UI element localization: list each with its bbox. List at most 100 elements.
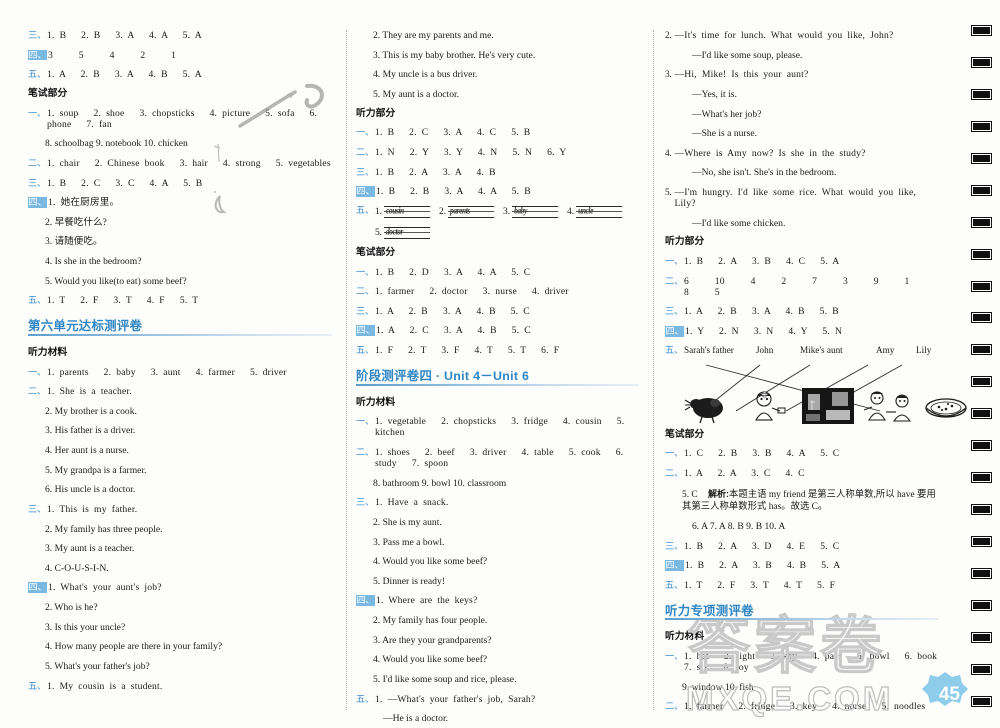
matching-label: John [755, 344, 774, 355]
section-number: 五、 [28, 69, 46, 80]
listening-material-heading: 听力材料 [356, 396, 396, 408]
answer-text: 1. My cousin is a student. [46, 680, 163, 692]
section-number: 一、 [28, 107, 46, 118]
column-left: 三、 1. B 2. B 3. A 4. A 5. A 四、 3 5 4 2 1… [28, 30, 346, 710]
section-number: 一、 [665, 651, 683, 662]
section-number: 五、 [28, 680, 46, 691]
section-number: 五、 [665, 344, 683, 355]
answer-text: 1. A 2. C 3. A 4. B 5. C [375, 325, 531, 337]
section-number: 四、 [28, 49, 47, 61]
answer-row: 四、 3 5 4 2 1 [28, 49, 332, 61]
answer-continued: 2. Who is he? [45, 602, 98, 614]
binding-hole-icon [971, 89, 991, 99]
column-right: 2. —It's time for lunch. What would you l… [653, 30, 967, 712]
answer-continued: 2. They are my parents and me. [373, 30, 494, 41]
answer-row: 四、 1. Y 2. N 3. N 4. Y 5. N [665, 325, 939, 337]
answer-text: 1. B 2. B 3. A 4. A 5. A [46, 30, 202, 41]
listening-material-list: 一、 1. hat 2. light 3. key 4. pass 5. bowl… [665, 651, 939, 712]
answer-continued: 4. Would you like some beef? [373, 654, 488, 666]
dialogue-line: —What's her job? [692, 108, 762, 120]
written-part-heading: 笔试部分 [356, 246, 396, 258]
answer-row: 五、 1. T 2. F 3. T 4. F 5. T [28, 295, 332, 306]
listening-material-list: 一、 1. vegetable 2. chopsticks 3. fridge 4… [356, 416, 639, 724]
section-number: 三、 [665, 540, 683, 551]
three-column-layout: 三、 1. B 2. B 3. A 4. A 5. A 四、 3 5 4 2 1… [28, 30, 967, 724]
section-number: 三、 [356, 497, 374, 508]
answer-row: 四、 1. 她在厨房里。 [28, 197, 332, 208]
answer-text: 1. B 2. C 3. C 4. A 5. B [46, 177, 203, 189]
section-number: 五、 [356, 345, 374, 356]
answer-text: 1. chair 2. Chinese book 3. hair 4. stro… [46, 157, 331, 169]
soup-bowl-icon [924, 390, 968, 424]
answer-row: 一、 1. soup 2. shoe 3. chopsticks 4. pict… [28, 108, 332, 130]
section-number: 三、 [665, 306, 683, 317]
unit-title-block: 听力专项测评卷 [665, 603, 939, 621]
answer-continued: 8. bathroom 9. bowl 10. classroom [373, 477, 507, 489]
answer-continued: 3. Pass me a bowl. [373, 536, 445, 548]
section-number: 四、 [356, 595, 375, 606]
matching-labels: Sarah's father John Mike's aunt Amy Lily [684, 344, 966, 358]
binding-hole-icon [971, 377, 991, 387]
answer-text: 1. N 2. Y 3. Y 4. N 5. N 6. Y [374, 146, 567, 158]
binding-hole-icon [971, 441, 991, 451]
answer-continued: 3. Are they your grandparents? [373, 634, 492, 646]
answer-row: 二、 1. N 2. Y 3. Y 4. N 5. N 6. Y [356, 147, 639, 158]
binding-hole-icon [971, 185, 991, 195]
answer-continued: 5. What's your father's job? [45, 660, 150, 672]
unit-title-block: 第六单元达标测评卷 [28, 319, 332, 337]
section-number: 二、 [28, 386, 46, 397]
section-number: 五、 [356, 693, 374, 704]
unit-title-text: 听力专项测评卷 [665, 603, 760, 618]
answer-continued: 2. 早餐吃什么? [45, 216, 107, 228]
answer-row: 一、 1. C 2. B 3. B 4. A 5. C [665, 448, 939, 459]
answer-row: 四、 1. B 2. B 3. A 4. A 5. B [356, 186, 639, 197]
binding-hole-icon [971, 313, 991, 323]
dialogue-list: 2. —It's time for lunch. What would you l… [665, 30, 939, 229]
handwriting-word: parents [450, 204, 470, 217]
answer-text: 1. —What's your father's job, Sarah? [374, 693, 536, 705]
answer-continued: 2. She is my aunt. [373, 516, 442, 528]
column-divider [346, 30, 347, 710]
listening-material-list: 一、 1. parents 2. baby 3. aunt 4. farmer 5… [28, 367, 332, 692]
answer-text: 1. vegetable 2. chopsticks 3. fridge 4. … [374, 416, 630, 439]
binding-hole-icon [971, 121, 991, 131]
answer-continued: 2. My brother is a cook. [45, 405, 137, 417]
section-number: 一、 [665, 256, 683, 267]
dialogue-line: —Hi, Mike! Is this your aunt? [674, 69, 809, 81]
binding-hole-icon [971, 537, 991, 546]
binding-hole-icon [971, 696, 991, 706]
answer-continued: 3. This is my baby brother. He's very cu… [373, 49, 536, 61]
answer-text: 1. B 2. A 3. B 4. B 5. A [684, 560, 841, 572]
chicken-icon [684, 390, 728, 424]
answer-continued: 5. Dinner is ready! [373, 575, 445, 587]
answer-row: 一、 1. B 2. C 3. A 4. C 5. B [356, 127, 639, 138]
answer-text: 1. Y 2. N 3. N 4. Y 5. N [684, 325, 843, 337]
answer-row: 二、 1. chair 2. Chinese book 3. hair 4. s… [28, 158, 332, 169]
bedroom-icon [801, 387, 854, 424]
handwriting-four-line: baby [512, 206, 559, 218]
nurse-icon [744, 390, 788, 424]
section-number: 四、 [28, 582, 47, 594]
unit-title-text: 阶段测评卷四 · Unit 4－Unit 6 [356, 369, 536, 384]
answer-row: 二、 1. farmer 2. fridge 3. key 4. nurse 5.… [665, 701, 939, 712]
dialogue-row: 4. —Where is Amy now? Is she in the study… [665, 148, 939, 159]
answer-text: 1. B 2. D 3. A 4. A 5. C [374, 266, 531, 278]
answer-row: 四、 1. What's your aunt's job? [28, 582, 332, 593]
answer-text: 1. soup 2. shoe 3. chopsticks 4. picture… [46, 107, 323, 130]
answer-continued: —He is a doctor. [383, 713, 449, 725]
binding-hole-icon [971, 153, 991, 163]
column-divider [653, 30, 654, 710]
section-number: 二、 [356, 446, 374, 457]
answer-continued: 5. My aunt is a doctor. [373, 88, 460, 100]
answer-continued: 6. A 7. A 8. B 9. B 10. A [692, 521, 786, 533]
binding-hole-icon [971, 409, 991, 419]
handwriting-word-item: 4. uncle [567, 206, 623, 218]
section-number: 五、 [28, 295, 46, 306]
answer-row: 四、 1. A 2. C 3. A 4. B 5. C [356, 325, 639, 336]
binding-hole-icon [971, 632, 991, 642]
answer-text: 1. T 2. F 3. T 4. T 5. F [683, 579, 836, 591]
answer-row: 三、 1. This is my father. [28, 504, 332, 515]
handwriting-word-item: 1. cousin [375, 206, 431, 218]
listening-material-heading: 听力材料 [665, 631, 705, 643]
matching-label: Amy [875, 344, 895, 355]
